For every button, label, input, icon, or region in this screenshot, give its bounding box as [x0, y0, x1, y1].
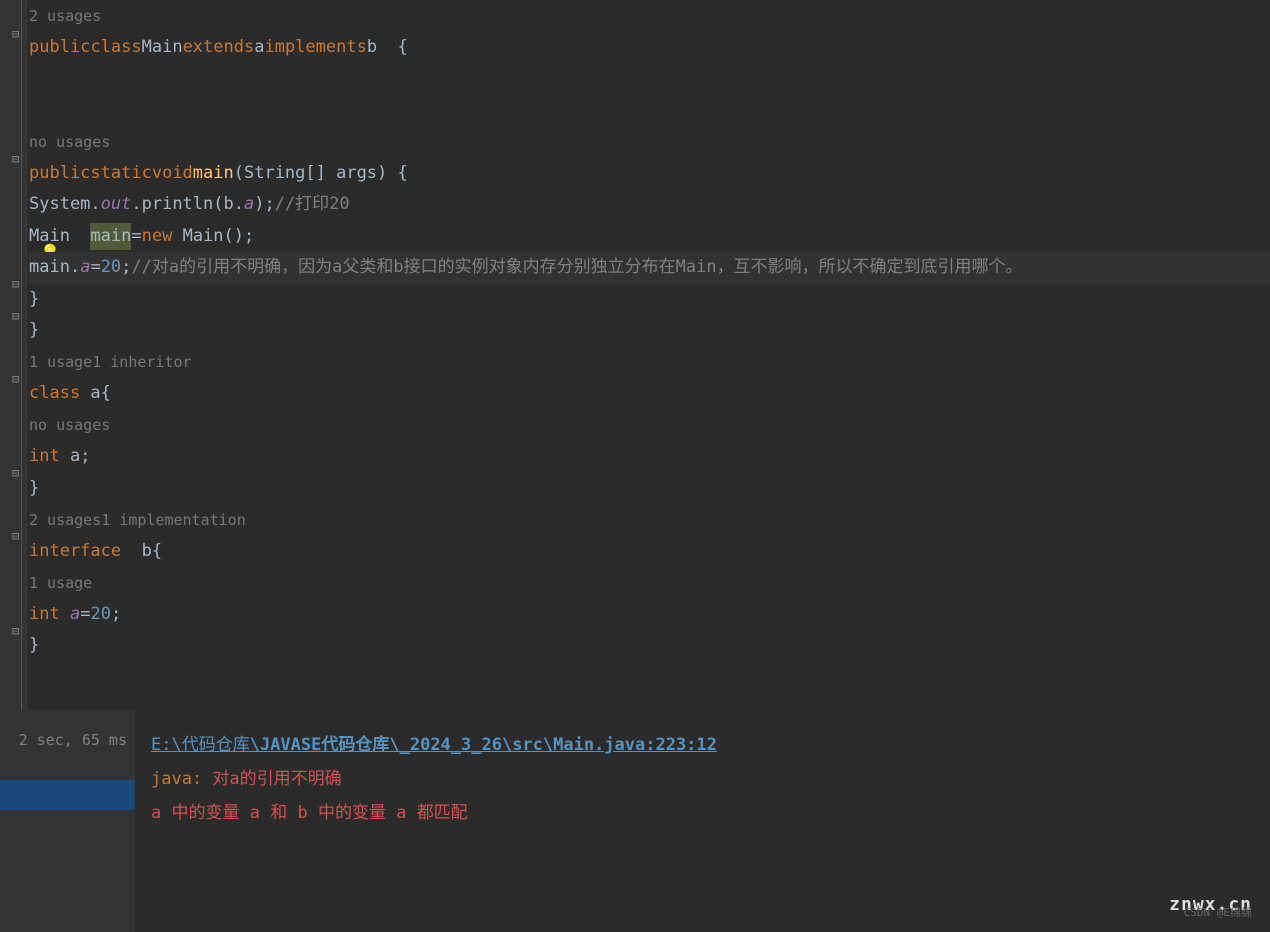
code-line: } — [29, 630, 1270, 662]
code-line-error: main.a=20;//对a的引用不明确，因为a父类和b接口的实例对象内存分别独… — [29, 252, 1270, 284]
build-output-panel: 2 sec, 65 ms E:\代码仓库\JAVASE代码仓库\_2024_3_… — [0, 710, 1270, 932]
fold-icon[interactable]: ⊟ — [12, 464, 24, 476]
code-line: int a=20; — [29, 599, 1270, 631]
usage-hint: 1 usage 1 inheritor — [29, 347, 1270, 379]
fold-icon[interactable]: ⊟ — [12, 307, 24, 319]
editor-area: ⊟ ⊟ 💡 ⊟ ⊟ ⊟ ⊟ ⊟ ⊟ 2 usages public class … — [0, 0, 1270, 710]
error-content: E:\代码仓库\JAVASE代码仓库\_2024_3_26\src\Main.j… — [135, 710, 1270, 932]
watermark-csdn: CSDN @E绵绵 — [1184, 904, 1252, 922]
usage-hint: 1 usage — [29, 567, 1270, 599]
error-message: java: 对a的引用不明确 — [151, 762, 1254, 796]
code-line: } — [29, 473, 1270, 505]
class-declaration: class a{ — [29, 378, 1270, 410]
usage-hint: 2 usages 1 implementation — [29, 504, 1270, 536]
fold-icon[interactable]: ⊟ — [12, 275, 24, 287]
fold-icon[interactable]: ⊟ — [12, 622, 24, 634]
gutter: ⊟ ⊟ 💡 ⊟ ⊟ ⊟ ⊟ ⊟ ⊟ — [0, 0, 27, 710]
selection-bar[interactable] — [0, 780, 135, 810]
fold-icon[interactable]: ⊟ — [12, 150, 24, 162]
usage-hint: no usages — [29, 126, 1270, 158]
method-declaration: public static void main(String[] args) { — [29, 158, 1270, 190]
code-line: int a; — [29, 441, 1270, 473]
interface-declaration: interface b{ — [29, 536, 1270, 568]
class-declaration: public class Main extends a implements b… — [29, 32, 1270, 64]
error-gutter: 2 sec, 65 ms — [0, 710, 135, 932]
fold-icon[interactable]: ⊟ — [12, 370, 24, 382]
usage-hint: no usages — [29, 410, 1270, 442]
code-line: } — [29, 284, 1270, 316]
build-time: 2 sec, 65 ms — [0, 728, 135, 752]
error-detail: a 中的变量 a 和 b 中的变量 a 都匹配 — [151, 796, 1254, 830]
fold-icon[interactable]: ⊟ — [12, 527, 24, 539]
code-area[interactable]: 2 usages public class Main extends a imp… — [27, 0, 1270, 710]
code-line: Main main=new Main(); — [29, 221, 1270, 253]
code-line: } — [29, 315, 1270, 347]
error-file-link[interactable]: E:\代码仓库\JAVASE代码仓库\_2024_3_26\src\Main.j… — [151, 728, 1254, 762]
code-line: System.out.println(b.a);//打印20 — [29, 189, 1270, 221]
usage-hint: 2 usages — [29, 0, 1270, 32]
fold-icon[interactable]: ⊟ — [12, 25, 24, 37]
